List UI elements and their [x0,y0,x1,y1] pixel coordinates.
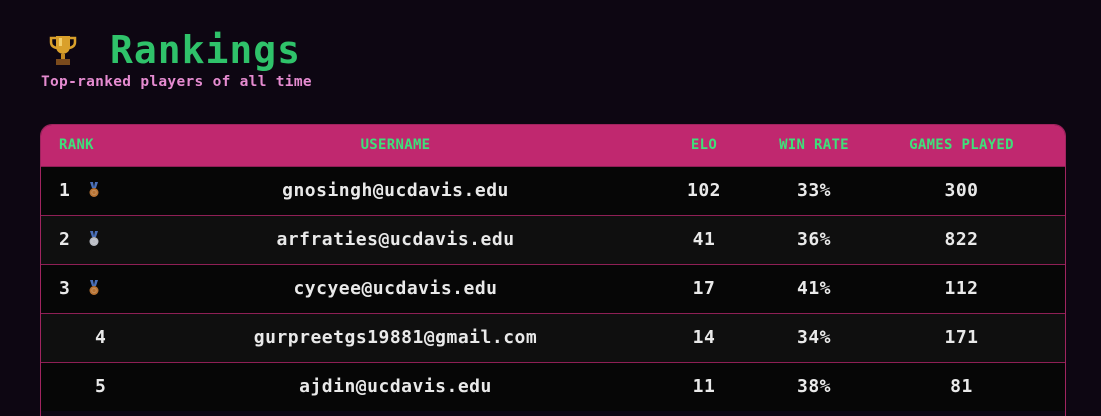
games-played-cell: 81 [950,376,973,398]
table-row[interactable]: 4 gurpreetgs19881@gmail.com 14 34% 171 [41,313,1065,362]
bronze-medal-icon [87,280,101,296]
games-played-cell: 171 [944,327,979,348]
table-row[interactable]: 3 cycyee@ucdavis.edu 17 41% 112 [41,264,1065,313]
games-played-cell: 300 [944,180,979,201]
table-row[interactable]: 1 gnosingh@ucdavis.edu 102 33% 300 [41,166,1065,215]
elo-cell: 102 [686,180,721,201]
column-header-rank[interactable]: RANK [41,125,153,166]
elo-cell: 17 [692,278,716,299]
win-rate-cell: 41% [796,278,831,299]
page-title: Rankings [110,28,302,72]
username-cell: gnosingh@ucdavis.edu [282,180,509,201]
rank-number: 4 [95,327,107,348]
rank-number: 1 [59,180,71,201]
win-rate-cell: 34% [796,327,831,348]
column-header-elo[interactable]: ELO [638,125,770,166]
table-row[interactable]: 2 arfraties@ucdavis.edu 41 36% 822 [41,215,1065,264]
bronze-medal-icon [87,182,101,198]
column-header-win-rate[interactable]: WIN RATE [770,125,858,166]
win-rate-cell: 36% [796,229,831,250]
username-cell: gurpreetgs19881@gmail.com [253,327,538,348]
table-header-row: RANK USERNAME ELO WIN RATE GAMES PLAYED [41,125,1065,166]
games-played-cell: 112 [944,278,979,299]
page-subtitle: Top-ranked players of all time [41,74,312,90]
username-cell: ajdin@ucdavis.edu [299,376,492,398]
rankings-table: RANK USERNAME ELO WIN RATE GAMES PLAYED … [41,125,1065,411]
elo-cell: 11 [692,376,716,398]
title-row: Rankings [41,28,312,72]
rank-cell: 4 [41,313,153,362]
win-rate-cell: 38% [796,376,831,398]
table-body: 1 gnosingh@ucdavis.edu 102 33% 300 2 arfraties… [41,166,1065,411]
table-row[interactable]: 5 ajdin@ucdavis.edu 11 38% 81 [41,362,1065,411]
trophy-icon [48,32,78,68]
silver-medal-icon [87,231,101,247]
rankings-table-container: RANK USERNAME ELO WIN RATE GAMES PLAYED … [40,124,1066,416]
rank-number: 3 [59,278,71,299]
games-played-cell: 822 [944,229,979,250]
rank-cell: 1 [41,166,153,215]
rank-number: 2 [59,229,71,250]
rank-cell: 3 [41,264,153,313]
win-rate-cell: 33% [796,180,831,201]
rankings-page: Rankings Top-ranked players of all time … [0,0,1101,416]
column-header-username[interactable]: USERNAME [153,125,638,166]
page-header: Rankings Top-ranked players of all time [41,28,312,90]
elo-cell: 14 [692,327,716,348]
rank-cell: 2 [41,215,153,264]
username-cell: cycyee@ucdavis.edu [293,278,498,299]
elo-cell: 41 [692,229,716,250]
rank-number: 5 [95,376,107,398]
column-header-games-played[interactable]: GAMES PLAYED [858,125,1065,166]
rank-cell: 5 [41,362,153,411]
username-cell: arfraties@ucdavis.edu [276,229,515,250]
